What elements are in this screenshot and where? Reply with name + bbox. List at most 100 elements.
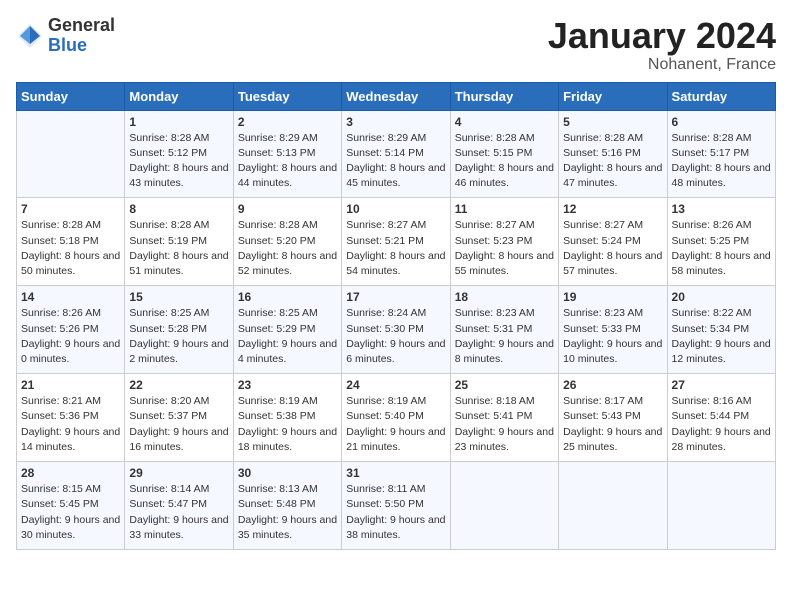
day-number: 23 [238, 378, 337, 392]
day-info: Sunrise: 8:28 AMSunset: 5:20 PMDaylight:… [238, 218, 337, 279]
sunset-text: Sunset: 5:30 PM [346, 322, 445, 337]
header-monday: Monday [125, 82, 233, 110]
day-info: Sunrise: 8:23 AMSunset: 5:31 PMDaylight:… [455, 306, 554, 367]
day-number: 8 [129, 202, 228, 216]
logo-icon [16, 22, 44, 50]
sunrise-text: Sunrise: 8:29 AM [238, 131, 337, 146]
sunrise-text: Sunrise: 8:28 AM [238, 218, 337, 233]
page-header: General Blue January 2024 Nohanent, Fran… [16, 16, 776, 74]
calendar-cell: 7Sunrise: 8:28 AMSunset: 5:18 PMDaylight… [17, 198, 125, 286]
day-info: Sunrise: 8:28 AMSunset: 5:15 PMDaylight:… [455, 131, 554, 192]
daylight-text: Daylight: 8 hours and 54 minutes. [346, 249, 445, 279]
day-number: 28 [21, 466, 120, 480]
day-info: Sunrise: 8:22 AMSunset: 5:34 PMDaylight:… [672, 306, 771, 367]
sunrise-text: Sunrise: 8:26 AM [21, 306, 120, 321]
sunset-text: Sunset: 5:43 PM [563, 409, 662, 424]
sunrise-text: Sunrise: 8:20 AM [129, 394, 228, 409]
daylight-text: Daylight: 9 hours and 16 minutes. [129, 425, 228, 455]
sunset-text: Sunset: 5:24 PM [563, 234, 662, 249]
calendar-week-row: 14 Sunrise: 8:26 AMSunset: 5:26 PMDayligh… [17, 286, 776, 374]
day-number: 29 [129, 466, 228, 480]
sunrise-text: Sunrise: 8:22 AM [672, 306, 771, 321]
sunrise-text: Sunrise: 8:13 AM [238, 482, 337, 497]
daylight-text: Daylight: 8 hours and 43 minutes. [129, 161, 228, 191]
sunrise-text: Sunrise: 8:16 AM [672, 394, 771, 409]
daylight-text: Daylight: 9 hours and 2 minutes. [129, 337, 228, 367]
daylight-text: Daylight: 9 hours and 30 minutes. [21, 513, 120, 543]
sunset-text: Sunset: 5:20 PM [238, 234, 337, 249]
daylight-text: Daylight: 9 hours and 12 minutes. [672, 337, 771, 367]
day-info: Sunrise: 8:27 AMSunset: 5:24 PMDaylight:… [563, 218, 662, 279]
sunset-text: Sunset: 5:41 PM [455, 409, 554, 424]
header-thursday: Thursday [450, 82, 558, 110]
day-number: 17 [346, 290, 445, 304]
day-number: 13 [672, 202, 771, 216]
day-info: Sunrise: 8:19 AMSunset: 5:40 PMDaylight:… [346, 394, 445, 455]
day-number: 10 [346, 202, 445, 216]
daylight-text: Daylight: 9 hours and 6 minutes. [346, 337, 445, 367]
sunrise-text: Sunrise: 8:28 AM [129, 218, 228, 233]
day-number: 2 [238, 115, 337, 129]
daylight-text: Daylight: 8 hours and 57 minutes. [563, 249, 662, 279]
calendar-cell [450, 462, 558, 550]
daylight-text: Daylight: 9 hours and 18 minutes. [238, 425, 337, 455]
calendar-week-row: 7Sunrise: 8:28 AMSunset: 5:18 PMDaylight… [17, 198, 776, 286]
daylight-text: Daylight: 9 hours and 8 minutes. [455, 337, 554, 367]
day-info: Sunrise: 8:23 AMSunset: 5:33 PMDaylight:… [563, 306, 662, 367]
sunset-text: Sunset: 5:14 PM [346, 146, 445, 161]
sunset-text: Sunset: 5:48 PM [238, 497, 337, 512]
sunset-text: Sunset: 5:44 PM [672, 409, 771, 424]
calendar-cell: 9 Sunrise: 8:28 AMSunset: 5:20 PMDaylight… [233, 198, 341, 286]
sunset-text: Sunset: 5:16 PM [563, 146, 662, 161]
sunset-text: Sunset: 5:40 PM [346, 409, 445, 424]
daylight-text: Daylight: 8 hours and 55 minutes. [455, 249, 554, 279]
day-info: Sunrise: 8:24 AMSunset: 5:30 PMDaylight:… [346, 306, 445, 367]
calendar-cell: 21 Sunrise: 8:21 AMSunset: 5:36 PMDayligh… [17, 374, 125, 462]
day-info: Sunrise: 8:20 AMSunset: 5:37 PMDaylight:… [129, 394, 228, 455]
day-info: Sunrise: 8:15 AMSunset: 5:45 PMDaylight:… [21, 482, 120, 543]
calendar-cell [559, 462, 667, 550]
calendar-cell: 1Sunrise: 8:28 AMSunset: 5:12 PMDaylight… [125, 110, 233, 198]
day-number: 31 [346, 466, 445, 480]
header-tuesday: Tuesday [233, 82, 341, 110]
sunrise-text: Sunrise: 8:28 AM [21, 218, 120, 233]
day-info: Sunrise: 8:29 AMSunset: 5:14 PMDaylight:… [346, 131, 445, 192]
daylight-text: Daylight: 9 hours and 28 minutes. [672, 425, 771, 455]
logo-blue-text: Blue [48, 36, 115, 56]
calendar-cell: 27Sunrise: 8:16 AMSunset: 5:44 PMDayligh… [667, 374, 775, 462]
sunrise-text: Sunrise: 8:28 AM [129, 131, 228, 146]
sunset-text: Sunset: 5:17 PM [672, 146, 771, 161]
sunset-text: Sunset: 5:50 PM [346, 497, 445, 512]
calendar-cell: 16Sunrise: 8:25 AMSunset: 5:29 PMDayligh… [233, 286, 341, 374]
sunset-text: Sunset: 5:18 PM [21, 234, 120, 249]
day-info: Sunrise: 8:21 AMSunset: 5:36 PMDaylight:… [21, 394, 120, 455]
sunrise-text: Sunrise: 8:19 AM [346, 394, 445, 409]
day-number: 9 [238, 202, 337, 216]
day-number: 21 [21, 378, 120, 392]
sunset-text: Sunset: 5:38 PM [238, 409, 337, 424]
day-info: Sunrise: 8:28 AMSunset: 5:12 PMDaylight:… [129, 131, 228, 192]
day-number: 14 [21, 290, 120, 304]
calendar-cell: 25Sunrise: 8:18 AMSunset: 5:41 PMDayligh… [450, 374, 558, 462]
location-label: Nohanent, France [548, 56, 776, 74]
daylight-text: Daylight: 9 hours and 21 minutes. [346, 425, 445, 455]
day-info: Sunrise: 8:18 AMSunset: 5:41 PMDaylight:… [455, 394, 554, 455]
sunset-text: Sunset: 5:36 PM [21, 409, 120, 424]
day-info: Sunrise: 8:28 AMSunset: 5:17 PMDaylight:… [672, 131, 771, 192]
calendar-cell: 13 Sunrise: 8:26 AMSunset: 5:25 PMDayligh… [667, 198, 775, 286]
day-info: Sunrise: 8:26 AMSunset: 5:25 PMDaylight:… [672, 218, 771, 279]
sunset-text: Sunset: 5:29 PM [238, 322, 337, 337]
calendar-cell: 20 Sunrise: 8:22 AMSunset: 5:34 PMDayligh… [667, 286, 775, 374]
sunrise-text: Sunrise: 8:25 AM [129, 306, 228, 321]
day-info: Sunrise: 8:26 AMSunset: 5:26 PMDaylight:… [21, 306, 120, 367]
sunset-text: Sunset: 5:28 PM [129, 322, 228, 337]
sunrise-text: Sunrise: 8:15 AM [21, 482, 120, 497]
sunrise-text: Sunrise: 8:27 AM [563, 218, 662, 233]
calendar-cell: 19Sunrise: 8:23 AMSunset: 5:33 PMDayligh… [559, 286, 667, 374]
day-number: 7 [21, 202, 120, 216]
daylight-text: Daylight: 9 hours and 33 minutes. [129, 513, 228, 543]
logo-general-text: General [48, 16, 115, 36]
day-number: 20 [672, 290, 771, 304]
daylight-text: Daylight: 9 hours and 38 minutes. [346, 513, 445, 543]
sunset-text: Sunset: 5:15 PM [455, 146, 554, 161]
